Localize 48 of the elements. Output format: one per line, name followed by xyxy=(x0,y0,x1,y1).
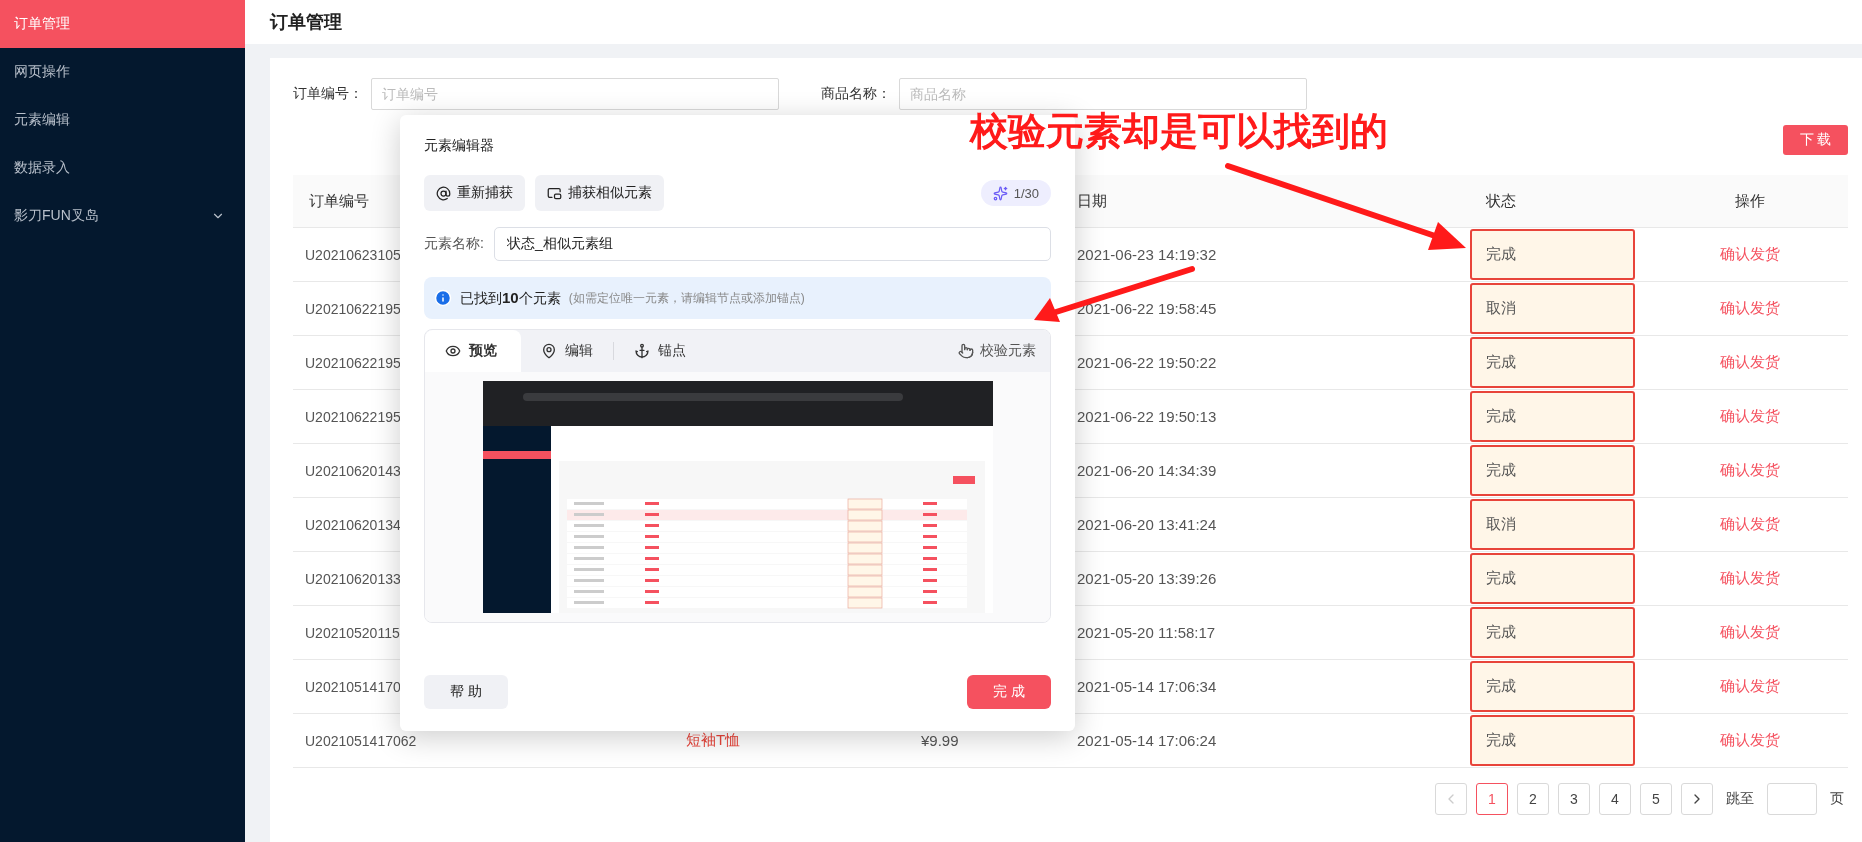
help-button[interactable]: 帮 助 xyxy=(424,675,508,709)
page-button[interactable]: 3 xyxy=(1558,783,1590,815)
info-text: 已找到10个元素 xyxy=(460,288,561,308)
element-name-input[interactable]: 状态_相似元素组 xyxy=(493,227,1051,261)
capture-button[interactable]: 捕获相似元素 xyxy=(535,175,664,211)
sidebar-item[interactable]: 影刀FUN叉岛 xyxy=(0,192,245,240)
at-sign-icon xyxy=(436,185,451,201)
status-cell: 完成 xyxy=(1470,553,1635,604)
verify-element-button[interactable]: 校验元素 xyxy=(944,330,1050,372)
window-icon xyxy=(547,185,562,201)
page-suffix: 页 xyxy=(1830,790,1844,808)
hand-pointer-icon xyxy=(958,343,974,359)
anchor-icon xyxy=(634,343,650,359)
tab[interactable]: 预览 xyxy=(425,330,521,372)
status-cell: 完成 xyxy=(1470,445,1635,496)
status-cell: 完成 xyxy=(1470,661,1635,712)
filter-input[interactable]: 商品名称 xyxy=(899,78,1307,110)
sidebar-item[interactable]: 网页操作 xyxy=(0,48,245,96)
column-header: 状态 xyxy=(1470,175,1635,228)
filter-input[interactable]: 订单编号 xyxy=(371,78,779,110)
page-button[interactable]: 2 xyxy=(1517,783,1549,815)
status-cell: 取消 xyxy=(1470,499,1635,550)
eye-icon xyxy=(445,343,461,359)
capture-button[interactable]: 重新捕获 xyxy=(424,175,525,211)
status-cell: 完成 xyxy=(1470,391,1635,442)
page-button[interactable]: 5 xyxy=(1640,783,1672,815)
next-page-button[interactable] xyxy=(1681,783,1713,815)
page-jump-input[interactable] xyxy=(1767,783,1817,815)
info-icon xyxy=(434,289,452,307)
status-cell: 完成 xyxy=(1470,607,1635,658)
page-title: 订单管理 xyxy=(270,11,342,34)
page-button[interactable]: 4 xyxy=(1599,783,1631,815)
annotation-text: 校验元素却是可以找到的 xyxy=(970,112,1388,150)
sparkles-icon xyxy=(992,185,1008,201)
column-header: 操作 xyxy=(1635,175,1848,228)
field-label: 元素名称: xyxy=(424,235,484,253)
quota-text: 1/30 xyxy=(1013,185,1039,201)
map-pin-icon xyxy=(541,343,557,359)
sidebar-item[interactable]: 数据录入 xyxy=(0,144,245,192)
filter-label: 商品名称： xyxy=(821,85,891,103)
jump-label: 跳至 xyxy=(1726,790,1754,808)
filter-label: 订单编号： xyxy=(293,85,363,103)
sidebar-item[interactable]: 元素编辑 xyxy=(0,96,245,144)
status-cell: 完成 xyxy=(1470,229,1635,280)
status-cell: 完成 xyxy=(1470,715,1635,766)
status-cell: 完成 xyxy=(1470,337,1635,388)
dialog-title: 元素编辑器 xyxy=(424,137,495,155)
status-cell: 取消 xyxy=(1470,283,1635,334)
